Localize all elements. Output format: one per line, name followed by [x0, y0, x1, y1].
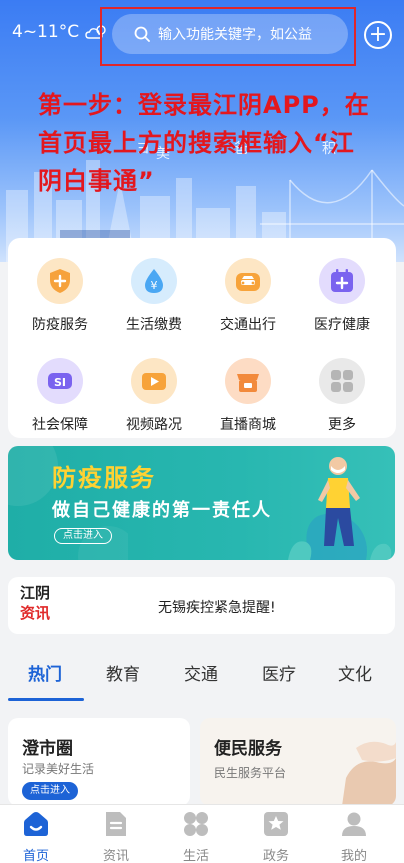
service-label: 视频路况	[126, 417, 182, 433]
temperature-text: 4~11°C	[12, 22, 80, 42]
service-label: 社会保障	[32, 417, 88, 433]
banner-enter-button[interactable]: 点击进入	[54, 528, 112, 544]
card-title: 便民服务	[214, 739, 282, 759]
masked-person-illustration	[288, 457, 392, 560]
video-camera-icon	[131, 358, 177, 404]
tab-culture[interactable]: 文化	[338, 660, 372, 685]
search-highlight-box	[100, 7, 356, 66]
convenience-service-card[interactable]: 便民服务 民生服务平台	[200, 718, 396, 806]
service-label: 生活缴费	[126, 317, 182, 333]
tab-hot[interactable]: 热门	[28, 660, 62, 685]
nav-label: 政务	[262, 849, 289, 863]
tab-traffic[interactable]: 交通	[184, 660, 218, 685]
life-icon	[181, 809, 211, 839]
medical-calendar-icon	[319, 258, 365, 304]
nav-life[interactable]: 生活	[166, 809, 226, 863]
nav-news[interactable]: 资讯	[86, 809, 146, 863]
nav-government[interactable]: 政务	[246, 809, 306, 863]
service-traffic-video[interactable]: 视频路况	[106, 358, 202, 442]
news-headline[interactable]: 无锡疾控紧急提醒!	[158, 597, 276, 617]
instruction-annotation: 第一步：登录最江阴APP，在首页最上方的搜索框输入“江阴白事通”	[38, 91, 370, 195]
card-subtitle: 民生服务平台	[214, 766, 287, 780]
shield-plus-icon	[37, 258, 83, 304]
nav-home[interactable]: 首页	[6, 809, 66, 863]
service-label: 医疗健康	[314, 317, 370, 333]
add-button[interactable]: +	[364, 21, 392, 49]
hero-header: 4~11°C 输入功能关键字，如公益 + ヨ 美 爸 积 第一步：登录最江阴AP…	[0, 0, 404, 262]
banner-subtitle: 做自己健康的第一责任人	[52, 500, 272, 521]
hands-illustration	[342, 741, 396, 806]
logo-top-text: 江阴	[20, 584, 51, 602]
svg-text:SI: SI	[54, 376, 66, 389]
car-icon	[225, 258, 271, 304]
weather-widget[interactable]: 4~11°C	[12, 22, 109, 42]
card-title: 澄市圈	[22, 739, 73, 759]
card-subtitle: 记录美好生活	[22, 762, 95, 776]
service-live-mall[interactable]: 直播商城	[200, 358, 296, 442]
more-grid-icon	[319, 358, 365, 404]
logo-bottom-text: 资讯	[20, 604, 51, 622]
nav-label: 我的	[340, 849, 367, 863]
shop-icon	[225, 358, 271, 404]
service-medical-health[interactable]: 医疗健康	[294, 258, 390, 342]
government-icon	[261, 809, 291, 839]
chengshi-circle-card[interactable]: 澄市圈 记录美好生活 点击进入	[8, 718, 190, 806]
bottom-navigation: 首页 资讯 生活 政务 我的	[0, 804, 404, 863]
category-tabs: 热门 教育 交通 医疗 文化	[0, 654, 404, 701]
service-grid: 防疫服务 ¥ 生活缴费 交通出行 医疗健康 SI 社会保障 视频路况 直播商城 …	[8, 238, 396, 438]
epidemic-banner[interactable]: 防疫服务 做自己健康的第一责任人 点击进入	[8, 446, 395, 560]
nav-label: 首页	[22, 849, 49, 863]
tab-medical[interactable]: 医疗	[262, 660, 296, 685]
card-enter-button[interactable]: 点击进入	[22, 782, 78, 800]
service-utility-payment[interactable]: ¥ 生活缴费	[106, 258, 202, 342]
service-label: 更多	[328, 417, 356, 433]
service-transportation[interactable]: 交通出行	[200, 258, 296, 342]
svg-text:¥: ¥	[151, 279, 158, 292]
news-ticker[interactable]: 江阴 资讯 无锡疾控紧急提醒!	[8, 577, 395, 634]
nav-label: 资讯	[102, 849, 129, 863]
home-icon	[21, 809, 51, 839]
social-security-icon: SI	[37, 358, 83, 404]
profile-icon	[339, 809, 369, 839]
service-social-security[interactable]: SI 社会保障	[12, 358, 108, 442]
service-more[interactable]: 更多	[294, 358, 390, 442]
tab-education[interactable]: 教育	[106, 660, 140, 685]
news-icon	[101, 809, 131, 839]
nav-label: 生活	[182, 849, 209, 863]
jiangyin-news-logo: 江阴 资讯	[20, 583, 60, 623]
active-tab-indicator	[8, 698, 84, 701]
plus-icon: +	[368, 22, 388, 47]
service-epidemic-prevention[interactable]: 防疫服务	[12, 258, 108, 342]
nav-profile[interactable]: 我的	[324, 809, 384, 863]
yen-drop-icon: ¥	[131, 258, 177, 304]
banner-title: 防疫服务	[52, 464, 156, 492]
service-label: 防疫服务	[32, 317, 88, 333]
service-label: 交通出行	[220, 317, 276, 333]
service-label: 直播商城	[220, 417, 276, 433]
